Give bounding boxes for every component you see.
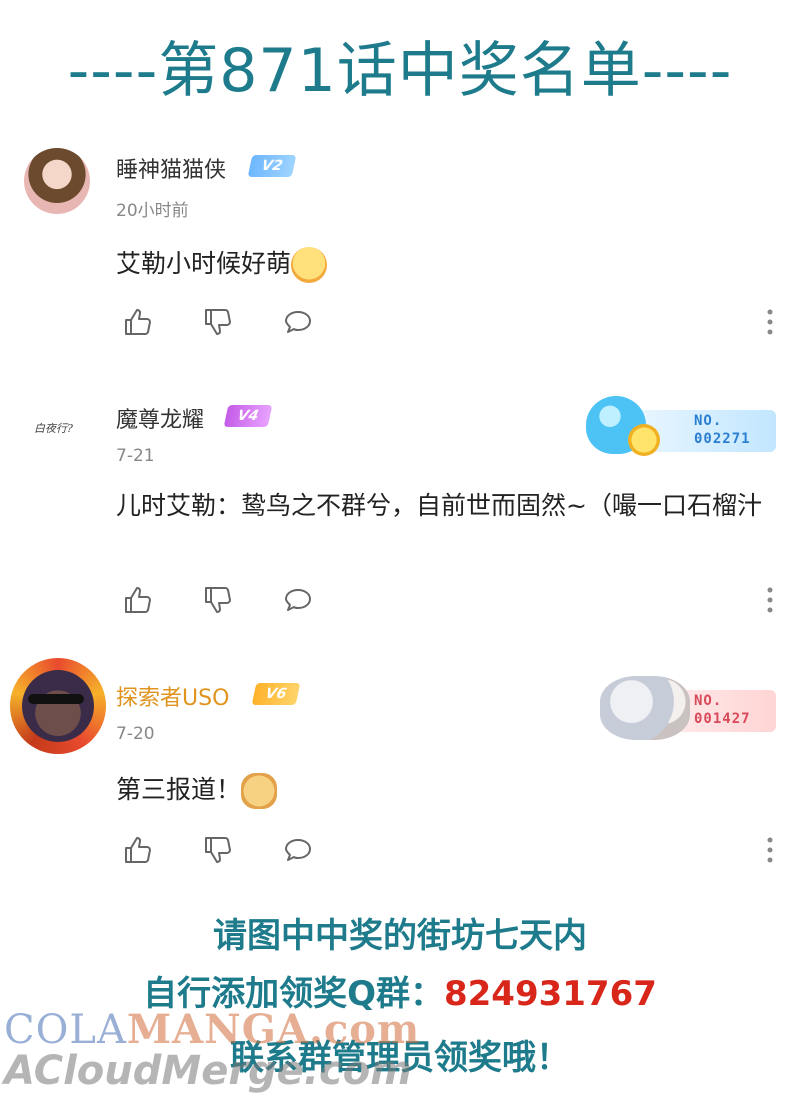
medal-number: NO. 001427: [694, 692, 751, 728]
thumb-down-icon[interactable]: [202, 584, 234, 616]
avatar-image: [22, 670, 94, 742]
comment-time: 20小时前: [116, 201, 189, 221]
notice-line-1: 请图中中奖的街坊七天内: [213, 916, 587, 956]
medal-value: 002271: [694, 431, 751, 447]
watermark-part: .com: [308, 1006, 421, 1053]
level-badge: V4: [223, 405, 273, 427]
username[interactable]: 魔尊龙耀: [116, 402, 204, 434]
doge-emoji-icon: [241, 773, 278, 809]
thumb-up-icon[interactable]: [122, 306, 154, 338]
comment-text-content: 第三报道！: [116, 775, 242, 804]
comment-actions: [0, 306, 800, 338]
avatar[interactable]: [24, 148, 90, 214]
comment-text-content: 艾勒小时候好萌: [116, 249, 292, 278]
thumb-down-icon[interactable]: [202, 834, 234, 866]
thumb-up-icon[interactable]: [122, 584, 154, 616]
qq-group-number: 824931767: [443, 974, 657, 1014]
comment-text: 第三报道！: [116, 772, 776, 809]
more-vertical-icon[interactable]: [762, 584, 778, 616]
comment-actions: [0, 834, 800, 866]
surprised-face-emoji-icon: [291, 247, 328, 283]
page-title: ----第871话中奖名单----: [67, 36, 733, 106]
watermark-part: COLA: [4, 1007, 127, 1053]
username[interactable]: 探索者USO: [116, 680, 229, 712]
comment-text: 艾勒小时候好萌: [116, 246, 776, 283]
reply-bubble-icon[interactable]: [282, 584, 314, 616]
medal-label: NO.: [694, 693, 723, 709]
more-vertical-icon[interactable]: [762, 306, 778, 338]
watermark-colamanga: COLAMANGA.com: [4, 1006, 420, 1053]
comment-time: 7-20: [116, 724, 155, 744]
thumb-down-icon[interactable]: [202, 306, 234, 338]
level-badge: V2: [247, 155, 297, 177]
reply-bubble-icon[interactable]: [282, 306, 314, 338]
comment-actions: [0, 584, 800, 616]
avatar-mask: [28, 694, 84, 704]
coin-icon: [628, 424, 660, 456]
medal-label: NO.: [694, 413, 723, 429]
comment-time: 7-21: [116, 446, 155, 466]
avatar-text: 白夜行?: [34, 422, 73, 435]
avatar[interactable]: 白夜行?: [24, 396, 90, 462]
more-vertical-icon[interactable]: [762, 834, 778, 866]
medal-number: NO. 002271: [694, 412, 751, 448]
character-artwork-icon: [600, 676, 690, 740]
username[interactable]: 睡神猫猫侠: [116, 152, 226, 184]
comment-text: 儿时艾勒：鸷鸟之不群兮，自前世而固然~（嘬一口石榴汁: [116, 491, 762, 520]
medal-value: 001427: [694, 711, 751, 727]
fan-medal: NO. 002271: [586, 396, 776, 460]
avatar[interactable]: [10, 658, 106, 754]
reply-bubble-icon[interactable]: [282, 834, 314, 866]
watermark-part: MANGA: [126, 1006, 309, 1053]
thumb-up-icon[interactable]: [122, 834, 154, 866]
fan-medal: NO. 001427: [586, 676, 776, 740]
watermark-acloudmerge: ACloudMerge.com: [4, 1048, 412, 1094]
level-badge: V6: [251, 683, 301, 705]
